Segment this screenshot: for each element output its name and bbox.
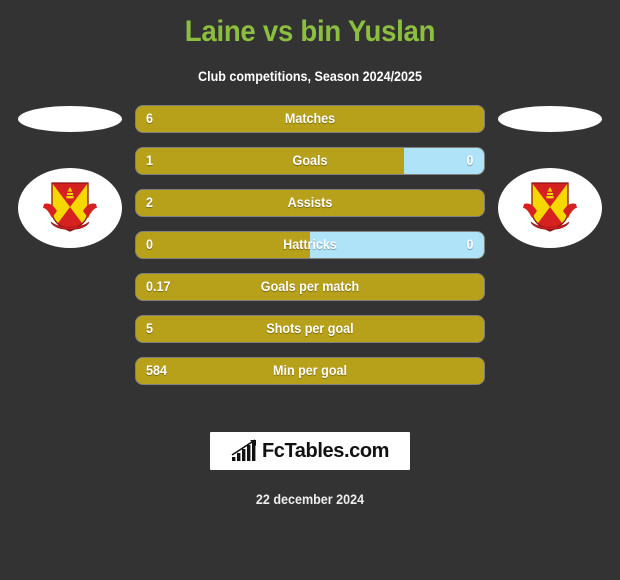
stat-label: Goals per match <box>260 279 360 294</box>
stat-bars-list: 6 Matches 1 Goals 0 2 Assists 0 Hattrick… <box>136 106 484 384</box>
player-photo-left <box>18 106 122 132</box>
stat-value-right: 0 <box>467 153 474 168</box>
stat-label: Goals <box>292 153 328 168</box>
stat-row-goals-per-match: 0.17 Goals per match <box>136 274 484 300</box>
stat-row-assists: 2 Assists <box>136 190 484 216</box>
stat-row-goals: 1 Goals 0 <box>136 148 484 174</box>
comparison-section: 6 Matches 1 Goals 0 2 Assists 0 Hattrick… <box>0 106 620 406</box>
stat-label: Hattricks <box>283 237 337 252</box>
stat-label: Min per goal <box>273 363 347 378</box>
footer: FcTables.com 22 december 2024 <box>0 406 620 507</box>
stat-label: Shots per goal <box>266 321 354 336</box>
stat-label: Assists <box>287 195 333 210</box>
fctables-logo-text: FcTables.com <box>261 439 390 462</box>
selangor-fc-crest-icon <box>43 182 97 232</box>
club-crest-left <box>18 168 122 248</box>
stat-label: Matches <box>284 111 336 126</box>
stat-row-hattricks: 0 Hattricks 0 <box>136 232 484 258</box>
player-photo-right <box>498 106 602 132</box>
selangor-fc-crest-icon <box>523 182 577 232</box>
page-subtitle: Club competitions, Season 2024/2025 <box>198 69 422 84</box>
stat-value-right: 0 <box>467 237 474 252</box>
header: Laine vs bin Yuslan Club competitions, S… <box>0 0 620 84</box>
stat-row-shots-per-goal: 5 Shots per goal <box>136 316 484 342</box>
snapshot-date: 22 december 2024 <box>255 492 365 507</box>
club-crest-right <box>498 168 602 248</box>
bar-chart-arrow-icon <box>231 439 256 461</box>
stat-row-matches: 6 Matches <box>136 106 484 132</box>
page-title: Laine vs bin Yuslan <box>184 15 436 48</box>
stat-row-min-per-goal: 584 Min per goal <box>136 358 484 384</box>
fctables-logo[interactable]: FcTables.com <box>210 432 410 470</box>
